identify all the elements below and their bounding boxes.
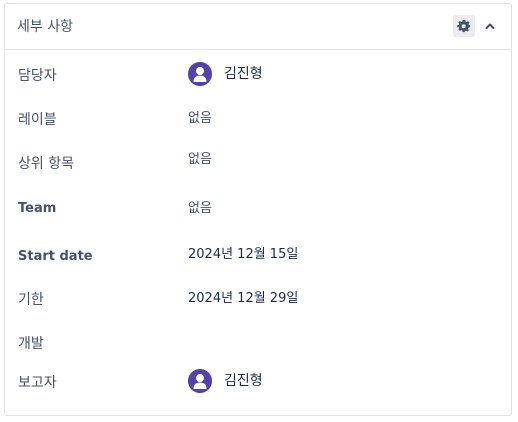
chevron-up-icon	[485, 23, 495, 29]
development-label: 개발	[18, 336, 44, 352]
details-panel: 세부 사항 담당자 김진형 레이블 없음 상위 항목 없음 Team 없음 St…	[4, 3, 512, 416]
collapse-button[interactable]	[479, 15, 501, 37]
team-value[interactable]: 없음	[188, 200, 212, 218]
parent-value[interactable]: 없음	[188, 151, 212, 169]
assignee-label: 담당자	[18, 68, 57, 84]
reporter-name: 김진형	[224, 373, 263, 389]
labels-value[interactable]: 없음	[188, 110, 212, 128]
due-date-label: 기한	[18, 292, 44, 308]
parent-label: 상위 항목	[18, 156, 74, 172]
start-date-label: Start date	[18, 249, 93, 264]
team-label: Team	[18, 201, 57, 216]
due-date-value[interactable]: 2024년 12월 29일	[188, 290, 298, 308]
configure-button[interactable]	[453, 15, 475, 37]
reporter-value[interactable]: 김진형	[188, 369, 263, 393]
avatar-icon	[188, 369, 212, 393]
start-date-value[interactable]: 2024년 12월 15일	[188, 246, 298, 264]
assignee-value[interactable]: 김진형	[188, 62, 263, 86]
labels-label: 레이블	[18, 112, 57, 128]
gear-icon	[457, 19, 471, 33]
assignee-name: 김진형	[224, 66, 263, 82]
details-title: 세부 사항	[17, 19, 73, 35]
reporter-label: 보고자	[18, 375, 57, 391]
details-header[interactable]: 세부 사항	[5, 4, 511, 50]
avatar-icon	[188, 62, 212, 86]
